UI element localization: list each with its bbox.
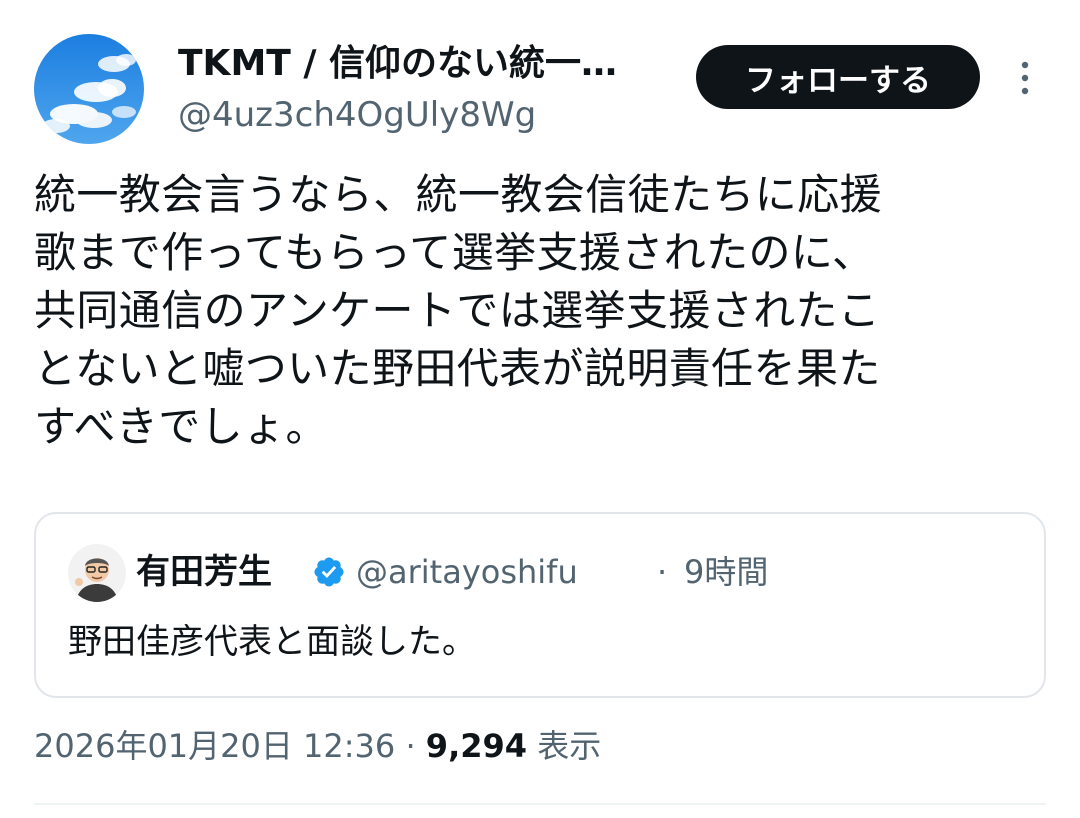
author-display-name[interactable]: TKMT / 信仰のない統一…: [178, 42, 617, 86]
tweet-text-line: 共同通信のアンケートでは選挙支援されたこ: [34, 286, 881, 335]
views-count[interactable]: 9,294: [426, 727, 527, 765]
tweet-text-line: 統一教会言うなら、統一教会信徒たちに応援: [34, 170, 883, 219]
verified-badge-icon: [312, 555, 346, 589]
author-avatar[interactable]: [34, 34, 144, 144]
quoted-tweet-card[interactable]: 有田芳生 @aritayoshifu · 9時間 野田佳彦代表と面談した。: [34, 512, 1046, 698]
quote-author-handle: @aritayoshifu: [356, 553, 578, 591]
views-label: 表示: [537, 727, 602, 765]
tweet-text-line: とないと嘘ついた野田代表が説明責任を果た: [34, 344, 881, 393]
tweet-text-line: すべきでしょ。: [34, 402, 328, 451]
quote-author-avatar: [68, 544, 126, 602]
quote-text: 野田佳彦代表と面談した。: [68, 622, 476, 662]
more-vertical-icon[interactable]: [1012, 60, 1038, 96]
tweet-meta: 2026年01月20日 12:36 · 9,294 表示: [34, 722, 601, 770]
divider: [34, 803, 1046, 805]
separator-dot: ·: [405, 727, 416, 765]
tweet-text: 統一教会言うなら、統一教会信徒たちに応援 歌まで作ってもらって選挙支援されたのに…: [34, 166, 1044, 456]
separator-dot: ·: [657, 553, 668, 591]
tweet-detail: TKMT / 信仰のない統一… @4uz3ch4OgUly8Wg フォローする …: [0, 0, 1080, 818]
quote-timestamp[interactable]: 9時間: [684, 550, 768, 594]
quote-author-name: 有田芳生: [136, 552, 272, 592]
person-illustration-icon: [68, 544, 126, 602]
tweet-timestamp[interactable]: 2026年01月20日 12:36: [34, 727, 395, 765]
follow-button[interactable]: フォローする: [696, 45, 980, 109]
tweet-text-line: 歌まで作ってもらって選挙支援されたのに、: [34, 228, 875, 277]
author-handle[interactable]: @4uz3ch4OgUly8Wg: [178, 95, 536, 135]
sky-clouds-icon: [34, 34, 144, 144]
